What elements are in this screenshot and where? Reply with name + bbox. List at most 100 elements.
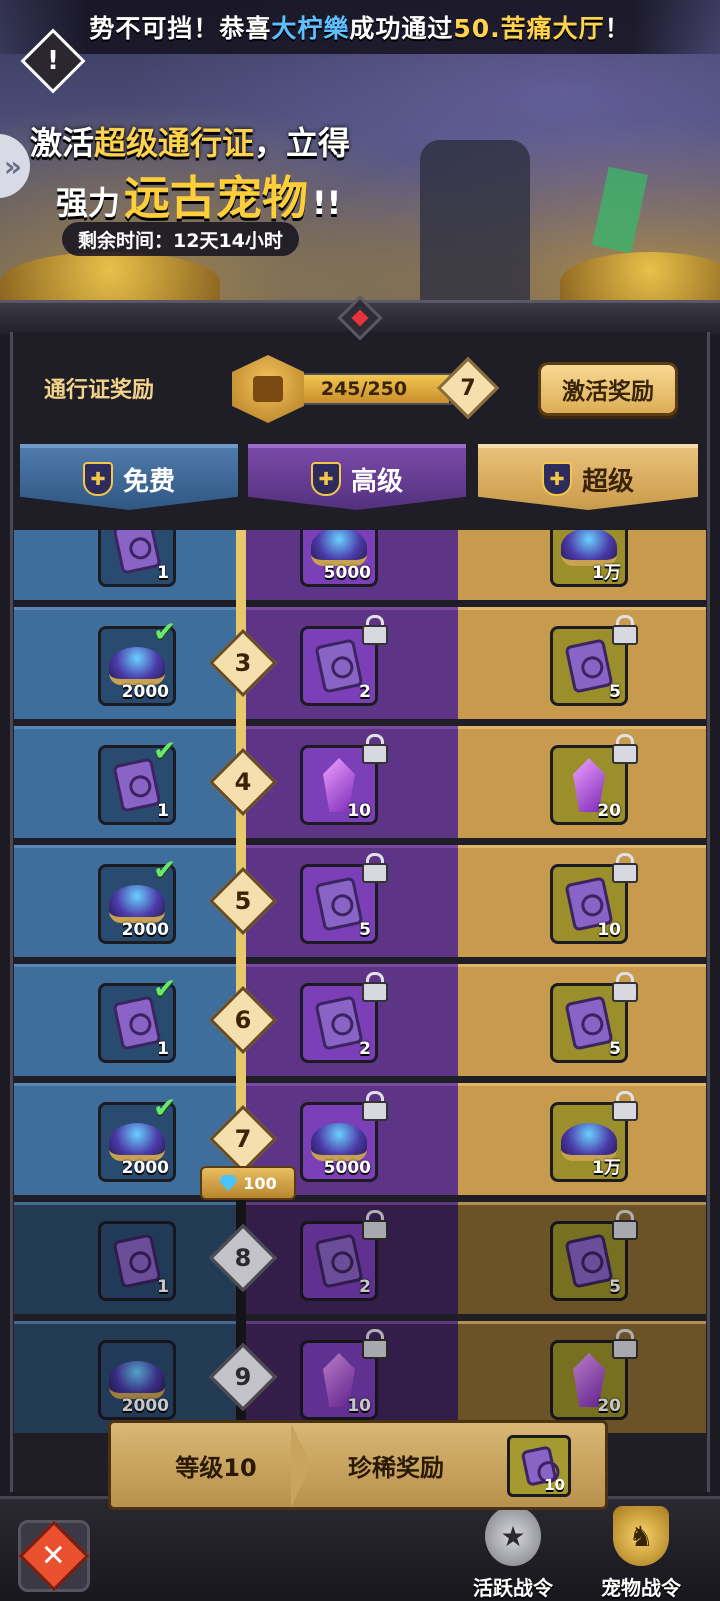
reward-rows-list[interactable]: 1✔50001万2000✔251✔10202000✔5101✔252000✔50… <box>14 530 706 1496</box>
next-reward-bar[interactable]: 等级10 珍稀奖励 10 <box>108 1420 608 1510</box>
reward-cell-free: 1✔ <box>14 964 240 1076</box>
scroll-icon <box>112 530 162 575</box>
lock-icon <box>361 972 388 1002</box>
tab-free-label: 免费 <box>122 466 175 497</box>
reward-item-sup[interactable]: 1万 <box>550 530 628 587</box>
reward-row: 1✔ 5000 1万 <box>14 530 706 600</box>
shield-cross-icon: ✚ <box>310 462 341 496</box>
shield-cross-icon: ✚ <box>82 462 113 496</box>
reward-cell-sup: 20 <box>458 726 706 838</box>
reward-item-adv[interactable]: 2 <box>300 615 388 706</box>
nav-activity-pass[interactable]: ★ 活跃战令 <box>458 1506 568 1601</box>
reward-row: 2000 ✔ 5 10 <box>14 845 706 957</box>
scroll-icon <box>314 876 364 932</box>
announce-suffix: ！ <box>604 14 631 43</box>
reward-cell-sup: 10 <box>458 845 706 957</box>
reward-item-sup[interactable]: 10 <box>550 853 638 944</box>
reward-item-sup[interactable]: 20 <box>550 1329 638 1420</box>
level-node-number: 3 <box>234 649 252 677</box>
scroll-icon <box>564 1233 614 1289</box>
pass-level-number: 7 <box>460 375 476 401</box>
level-node-number: 9 <box>234 1363 252 1391</box>
reward-qty: 2000 <box>121 920 169 940</box>
reward-item-free[interactable]: 1✔ <box>98 530 176 587</box>
lock-icon <box>611 972 638 1002</box>
reward-item-adv[interactable]: 2 <box>300 1210 388 1301</box>
reward-item-sup[interactable]: 5 <box>550 1210 638 1301</box>
reward-row: 1 2 5 <box>14 1202 706 1314</box>
reward-qty: 5 <box>609 682 621 702</box>
nav-pet-pass[interactable]: ♞ 宠物战令 <box>586 1506 696 1601</box>
promo-line-2: 强力 远古宠物 !! <box>56 162 341 228</box>
reward-qty: 20 <box>597 1396 621 1416</box>
reward-qty: 10 <box>347 801 371 821</box>
lock-icon <box>361 1329 388 1359</box>
reward-qty: 1万 <box>592 1158 621 1178</box>
close-icon: ✕ <box>41 1538 67 1574</box>
unlock-cost-value: 100 <box>243 1173 277 1193</box>
reward-item-free[interactable]: 2000 ✔ <box>98 1091 176 1182</box>
reward-qty: 1万 <box>592 563 621 583</box>
reward-qty: 20 <box>597 801 621 821</box>
unlock-cost-button[interactable]: 100 <box>200 1166 296 1200</box>
scroll-icon <box>314 1233 364 1289</box>
check-icon: ✔ <box>153 972 177 1005</box>
tab-free[interactable]: ✚ 免费 <box>20 444 238 510</box>
check-icon: ✔ <box>153 734 177 767</box>
close-button[interactable]: ✕ <box>18 1520 90 1592</box>
level-node-number: 6 <box>234 1006 252 1034</box>
reward-cell-sup: 5 <box>458 1202 706 1314</box>
reward-row: 2000 ✔ 2 5 <box>14 607 706 719</box>
reward-item-adv[interactable]: 5000 <box>300 1091 388 1182</box>
reward-item-free[interactable]: 2000 <box>98 1340 176 1420</box>
reward-item-free[interactable]: 2000 ✔ <box>98 853 176 944</box>
tab-super[interactable]: ✚ 超级 <box>478 444 698 510</box>
double-chevron-icon: » <box>3 149 22 183</box>
banner-crystal <box>592 166 648 254</box>
reward-item-sup[interactable]: 20 <box>550 734 638 825</box>
reward-qty: 5000 <box>323 1158 371 1178</box>
reward-cell-free: 2000 ✔ <box>14 607 240 719</box>
scroll-icon <box>314 638 364 694</box>
level-node-number: 5 <box>234 887 252 915</box>
reward-item-adv[interactable]: 5000 <box>300 530 378 587</box>
lock-icon <box>611 734 638 764</box>
reward-item-sup[interactable]: 5 <box>550 615 638 706</box>
reward-qty: 1 <box>157 1039 169 1059</box>
reward-qty: 2 <box>359 1039 371 1059</box>
next-reward-item[interactable]: 10 <box>507 1435 571 1497</box>
reward-qty: 1 <box>157 801 169 821</box>
reward-qty: 2000 <box>121 1158 169 1178</box>
tab-super-label: 超级 <box>581 466 634 497</box>
next-reward-label: 珍稀奖励 <box>348 1453 444 1482</box>
reward-item-sup[interactable]: 1万 <box>550 1091 638 1182</box>
reward-qty: 1 <box>157 1277 169 1297</box>
scroll-icon <box>564 638 614 694</box>
shield-cross-icon: ✚ <box>541 462 572 496</box>
reward-qty: 2 <box>359 1277 371 1297</box>
reward-item-adv[interactable]: 10 <box>300 734 388 825</box>
lock-icon <box>361 734 388 764</box>
announce-stage: 50.苦痛大厅 <box>453 14 605 43</box>
check-icon: ✔ <box>153 1091 177 1124</box>
pet-shield-icon: ♞ <box>613 1506 669 1566</box>
activate-reward-button[interactable]: 激活奖励 <box>538 362 678 416</box>
reward-item-free[interactable]: 1✔ <box>98 972 176 1063</box>
reward-cell-adv: 5000 <box>240 530 458 600</box>
lock-icon <box>361 615 388 645</box>
reward-qty: 2000 <box>121 1396 169 1416</box>
reward-item-adv[interactable]: 5 <box>300 853 388 944</box>
promo-l1-hl: 超级通行证 <box>94 124 255 162</box>
reward-item-free[interactable]: 1✔ <box>98 734 176 825</box>
nav-activity-label: 活跃战令 <box>473 1576 553 1600</box>
reward-item-free[interactable]: 1 <box>98 1221 176 1301</box>
reward-item-free[interactable]: 2000 ✔ <box>98 615 176 706</box>
reward-item-adv[interactable]: 2 <box>300 972 388 1063</box>
reward-item-sup[interactable]: 5 <box>550 972 638 1063</box>
reward-cell-sup: 1万 <box>458 530 706 600</box>
pass-reward-label: 通行证奖励 <box>44 378 155 403</box>
announce-player: 大柠樂 <box>271 14 350 43</box>
tab-advanced[interactable]: ✚ 高级 <box>248 444 466 510</box>
reward-item-adv[interactable]: 10 <box>300 1329 388 1420</box>
reward-cell-free: 2000 ✔ <box>14 845 240 957</box>
